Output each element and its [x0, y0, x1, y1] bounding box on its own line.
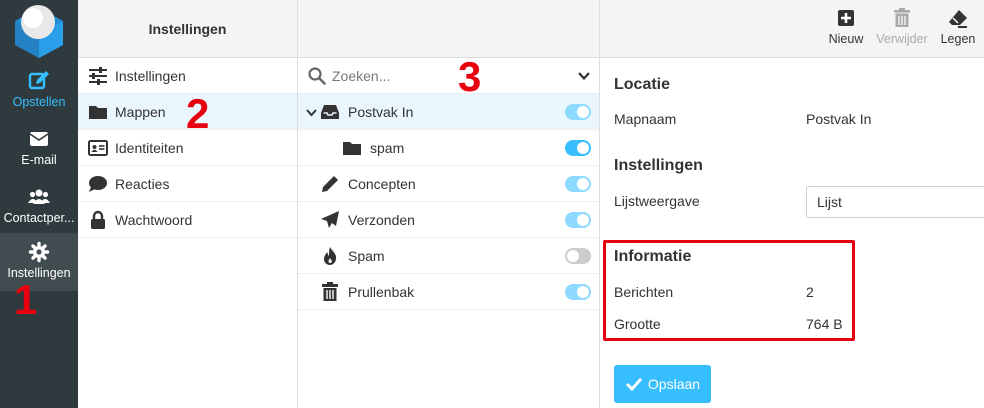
- eraser-icon: [949, 10, 967, 28]
- size-label: Grootte: [614, 316, 661, 332]
- folder-item-junk[interactable]: Spam: [298, 238, 599, 274]
- settings-column: Instellingen Instellingen Mappen Identit…: [78, 0, 298, 408]
- chevron-down-icon[interactable]: [577, 69, 591, 83]
- folder-label: spam: [370, 139, 405, 156]
- new-folder-label: Nieuw: [828, 32, 864, 46]
- annotation-one: 1: [14, 276, 38, 323]
- settings-item-password[interactable]: Wachtwoord: [78, 202, 297, 238]
- detail-toolbar: Nieuw Verwijder Legen: [600, 0, 984, 58]
- folder-name-label: Mapnaam: [614, 111, 677, 127]
- taskbar-compose[interactable]: Opstellen: [0, 62, 78, 120]
- taskbar-contacts[interactable]: Contactper...: [0, 178, 78, 236]
- empty-folder-label: Legen: [940, 32, 976, 46]
- trash-icon: [322, 281, 338, 301]
- folder-icon: [343, 141, 361, 155]
- location-title: Locatie: [614, 76, 671, 93]
- settings-item-preferences[interactable]: Instellingen: [78, 58, 297, 94]
- subscribe-toggle[interactable]: [565, 212, 591, 228]
- settings-header: Instellingen: [78, 0, 297, 58]
- taskbar-settings-label: Instellingen: [7, 266, 71, 280]
- users-icon: [28, 189, 50, 204]
- settings-item-label: Reacties: [115, 175, 170, 192]
- pencil-icon: [322, 175, 338, 192]
- id-card-icon: [88, 139, 108, 156]
- folder-settings-title: Instellingen: [614, 157, 703, 174]
- taskbar-contacts-label: Contactper...: [3, 211, 75, 225]
- folder-item-spam-sub[interactable]: spam: [298, 130, 599, 166]
- folder-label: Postvak In: [348, 103, 414, 120]
- settings-title: Instellingen: [148, 21, 227, 37]
- roundcube-settings-window: Opstellen E-mail Contactper... Instellin…: [0, 0, 984, 408]
- comment-icon: [89, 175, 107, 192]
- list-view-select[interactable]: Lijst: [806, 186, 984, 218]
- subscribe-toggle[interactable]: [565, 248, 591, 264]
- folder-item-inbox[interactable]: Postvak In: [298, 94, 599, 130]
- folder-item-drafts[interactable]: Concepten: [298, 166, 599, 202]
- folder-icon: [89, 105, 107, 119]
- folder-label: Verzonden: [348, 211, 415, 228]
- settings-item-responses[interactable]: Reacties: [78, 166, 297, 202]
- folder-name-value: Postvak In: [806, 111, 872, 127]
- subscribe-toggle[interactable]: [565, 104, 591, 120]
- folder-search: [298, 58, 599, 94]
- folder-label: Concepten: [348, 175, 416, 192]
- info-title: Informatie: [614, 248, 692, 265]
- settings-item-label: Wachtwoord: [115, 211, 193, 228]
- taskbar: Opstellen E-mail Contactper... Instellin…: [0, 0, 78, 408]
- inbox-icon: [321, 104, 339, 119]
- settings-item-label: Mappen: [115, 103, 166, 120]
- trash-icon: [894, 8, 910, 27]
- subscribe-toggle[interactable]: [565, 176, 591, 192]
- delete-folder-label: Verwijder: [876, 32, 928, 46]
- fire-icon: [324, 246, 337, 265]
- envelope-icon: [29, 132, 49, 146]
- messages-label: Berichten: [614, 284, 674, 300]
- messages-value: 2: [806, 284, 814, 300]
- compose-icon: [28, 71, 49, 90]
- taskbar-compose-label: Opstellen: [12, 95, 66, 109]
- gear-icon: [28, 241, 50, 263]
- paper-plane-icon: [321, 210, 339, 228]
- taskbar-mail-label: E-mail: [21, 153, 57, 167]
- subscribe-toggle[interactable]: [565, 140, 591, 156]
- annotation-two: 2: [186, 90, 210, 137]
- folder-item-trash[interactable]: Prullenbak: [298, 274, 599, 310]
- search-icon: [308, 66, 326, 85]
- search-input[interactable]: [332, 67, 552, 84]
- sliders-icon: [89, 66, 107, 85]
- new-folder-button[interactable]: Nieuw: [828, 8, 864, 46]
- taskbar-settings[interactable]: Instellingen: [0, 233, 78, 291]
- delete-folder-button[interactable]: Verwijder: [874, 8, 930, 46]
- empty-folder-button[interactable]: Legen: [938, 8, 978, 46]
- taskbar-mail[interactable]: E-mail: [0, 120, 78, 178]
- subscribe-toggle[interactable]: [565, 284, 591, 300]
- folder-label: Prullenbak: [348, 283, 415, 300]
- size-value: 764 B: [806, 316, 843, 332]
- folder-detail-column: Nieuw Verwijder Legen Locatie Mapnaam Po…: [600, 0, 984, 408]
- folders-header: [298, 0, 599, 58]
- save-button[interactable]: Opslaan: [614, 365, 711, 403]
- annotation-three: 3: [458, 53, 482, 100]
- plus-square-icon: [838, 10, 854, 26]
- checkmark-icon: [625, 377, 643, 392]
- settings-item-label: Instellingen: [115, 67, 186, 84]
- chevron-down-icon[interactable]: [306, 107, 317, 118]
- settings-item-label: Identiteiten: [115, 139, 184, 156]
- folders-column: Postvak In spam Concepten Verzonden Spam…: [298, 0, 600, 408]
- folder-item-sent[interactable]: Verzonden: [298, 202, 599, 238]
- roundcube-logo: [15, 5, 63, 58]
- save-label: Opslaan: [647, 376, 701, 392]
- list-view-label: Lijstweergave: [614, 193, 700, 209]
- lock-icon: [91, 210, 105, 229]
- folder-label: Spam: [348, 247, 385, 264]
